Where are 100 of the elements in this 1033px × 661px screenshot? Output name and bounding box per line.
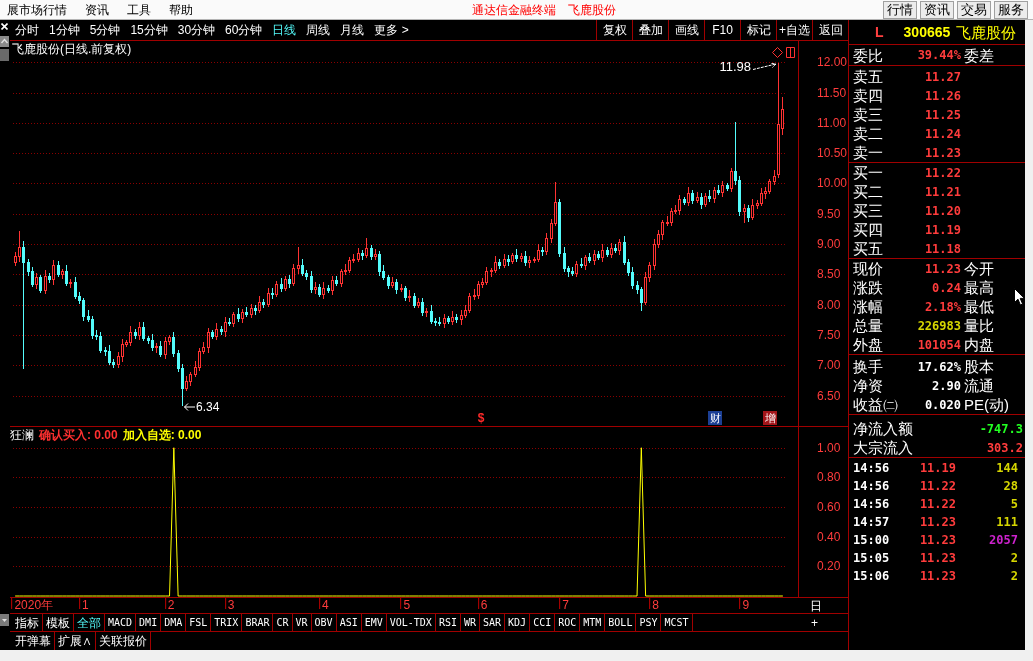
- period-button[interactable]: 日: [810, 599, 822, 612]
- indicator-tab[interactable]: SAR: [480, 614, 506, 631]
- price-axis-label: 9.50: [817, 207, 841, 220]
- indicator-tab[interactable]: KDJ: [505, 614, 531, 631]
- quote-value: 226983: [916, 319, 961, 332]
- indicator-tab[interactable]: CR: [273, 614, 293, 631]
- bid-label: 买四: [852, 222, 884, 237]
- indicator-tab[interactable]: 模板: [43, 614, 74, 631]
- indicator-tab[interactable]: OBV: [311, 614, 337, 631]
- indicator-tab[interactable]: DMI: [136, 614, 162, 631]
- price-axis-label: 10.50: [817, 147, 848, 160]
- indicator-tab[interactable]: TRIX: [211, 614, 243, 631]
- app-title: 通达信金融终端: [472, 3, 556, 16]
- indicator-tab[interactable]: VOL-TDX: [386, 614, 436, 631]
- menu-button[interactable]: 交易: [957, 0, 991, 19]
- indicator-tab[interactable]: ROC: [555, 614, 581, 631]
- bottom-button[interactable]: 开弹幕: [12, 632, 55, 650]
- stock-title: 飞鹿股份: [568, 3, 616, 16]
- quote-label: 净资: [852, 378, 884, 393]
- menu-item[interactable]: 展市场行情: [7, 3, 67, 16]
- quote-label: 涨跌: [852, 280, 884, 295]
- indicator-tab[interactable]: WR: [460, 614, 480, 631]
- date-axis-label: 5: [403, 599, 411, 611]
- quote-label: 最高: [963, 280, 994, 295]
- period-tab[interactable]: 30分钟: [177, 24, 216, 36]
- menu-button[interactable]: 服务: [994, 0, 1028, 19]
- ask-label: 卖五: [852, 69, 884, 84]
- indicator-tab[interactable]: ASI: [336, 614, 362, 631]
- period-tab[interactable]: 更多 >: [374, 24, 409, 36]
- period-tab[interactable]: 60分钟: [225, 24, 263, 36]
- indicator-axis-label: 0.80: [817, 471, 841, 484]
- trade-volume: 2: [1010, 570, 1019, 582]
- price-axis-label: 12.00: [817, 56, 848, 69]
- close-icon[interactable]: [1, 23, 8, 30]
- period-tab[interactable]: 分时: [15, 24, 39, 36]
- event-mark[interactable]: $: [476, 411, 486, 425]
- indicator-tab[interactable]: MTM: [580, 614, 606, 631]
- quote-label: 内盘: [963, 337, 994, 352]
- bottom-button[interactable]: 关联报价: [96, 632, 151, 650]
- indicator-tab[interactable]: FSL: [186, 614, 212, 631]
- ask-price: 11.25: [923, 108, 961, 121]
- menu-item[interactable]: 工具: [127, 3, 151, 16]
- quote-value: 2.18%: [923, 300, 961, 313]
- toolbar-button[interactable]: 叠加: [632, 20, 668, 40]
- trade-time: 14:56: [852, 462, 891, 474]
- quote-label: 涨幅: [852, 299, 884, 314]
- indicator-tab[interactable]: RSI: [435, 614, 461, 631]
- date-axis-label: 8: [652, 599, 660, 611]
- bottom-button[interactable]: 扩展∧: [55, 632, 96, 650]
- quote-label: 委差: [963, 47, 994, 63]
- indicator-tab[interactable]: EMV: [361, 614, 387, 631]
- period-tab[interactable]: 日线: [272, 24, 297, 36]
- indicator-tab[interactable]: BOLL: [605, 614, 637, 631]
- indicator-tab[interactable]: BRAR: [242, 614, 274, 631]
- flow-label: 净流入额: [852, 421, 913, 436]
- indicator-tab[interactable]: VR: [292, 614, 312, 631]
- period-tab[interactable]: 周线: [306, 24, 331, 36]
- toolbar-button[interactable]: 复权: [596, 20, 632, 40]
- period-tab[interactable]: 15分钟: [130, 24, 168, 36]
- trade-price: 11.23: [918, 534, 956, 546]
- toolbar-button[interactable]: 标记: [740, 20, 776, 40]
- toolbar-button[interactable]: 画线: [668, 20, 704, 40]
- quote-label: 现价: [852, 261, 884, 276]
- period-tab[interactable]: 5分钟: [89, 24, 121, 36]
- ask-price: 11.23: [923, 146, 961, 159]
- indicator-tab[interactable]: 全部: [74, 614, 105, 631]
- event-tag[interactable]: 财: [708, 411, 722, 425]
- indicator-tab[interactable]: CCI: [530, 614, 556, 631]
- indicator-tab[interactable]: PSY: [636, 614, 662, 631]
- trade-time: 15:00: [852, 534, 891, 546]
- price-axis-label: 6.50: [817, 389, 841, 402]
- toolbar-button[interactable]: F10: [704, 20, 740, 40]
- chart-title: 飞鹿股份(日线.前复权): [12, 42, 132, 56]
- indicator-tab[interactable]: DMA: [161, 614, 187, 631]
- trade-time: 15:06: [852, 570, 891, 582]
- menu-item[interactable]: 资讯: [85, 3, 109, 16]
- menu-button[interactable]: 行情: [883, 0, 917, 19]
- flow-value: -747.3: [979, 422, 1024, 435]
- period-tab[interactable]: 月线: [340, 24, 365, 36]
- scrollbar-thumb[interactable]: [0, 49, 9, 61]
- add-button[interactable]: +: [811, 616, 818, 629]
- period-tab[interactable]: 1分钟: [49, 24, 80, 36]
- date-axis-label: 2020年: [14, 599, 54, 611]
- caret-box-icon[interactable]: [0, 614, 9, 626]
- menu-button[interactable]: 资讯: [920, 0, 954, 19]
- indicator-tab[interactable]: MACD: [105, 614, 137, 631]
- menu-item[interactable]: 帮助: [169, 3, 193, 16]
- up-arrow-icon[interactable]: [0, 36, 9, 47]
- left-arrow-icon: [184, 403, 195, 412]
- bid-label: 买五: [852, 241, 884, 256]
- toolbar-button[interactable]: +自选: [776, 20, 812, 40]
- trade-price: 11.23: [918, 516, 956, 528]
- indicator-axis-label: 0.20: [817, 560, 841, 573]
- diamond-icon[interactable]: [772, 47, 783, 58]
- event-tag[interactable]: 增: [763, 411, 777, 425]
- indicator-tab[interactable]: MCST: [661, 614, 693, 631]
- ask-label: 卖三: [852, 107, 884, 122]
- quote-label: 委比: [852, 47, 884, 63]
- indicator-tab[interactable]: 指标: [12, 614, 43, 631]
- trade-price: 11.22: [918, 498, 956, 510]
